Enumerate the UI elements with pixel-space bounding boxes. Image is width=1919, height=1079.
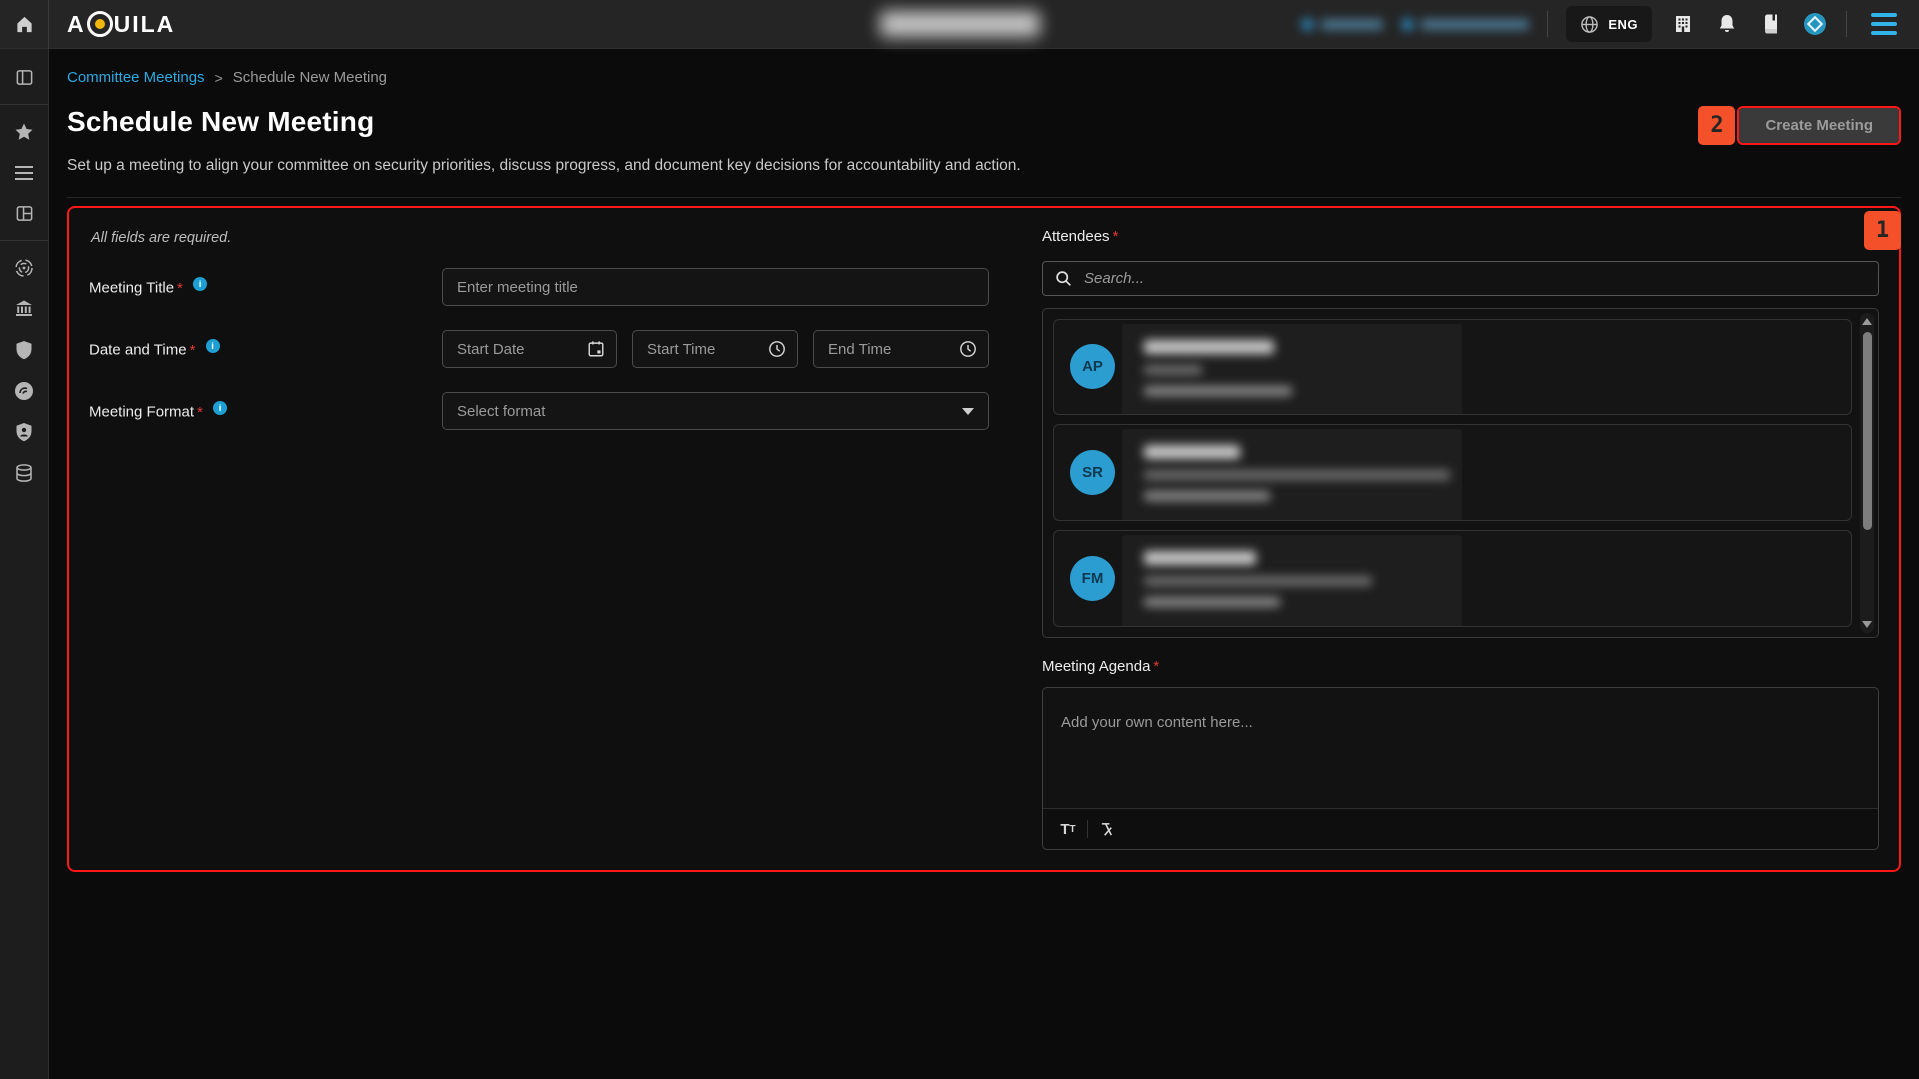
meeting-title-label: Meeting Title* i [89, 268, 442, 297]
avatar: FM [1070, 556, 1115, 601]
target-icon[interactable] [0, 247, 49, 288]
list-icon[interactable] [0, 152, 49, 193]
shield-icon[interactable] [0, 329, 49, 370]
scroll-down-icon[interactable] [1862, 621, 1872, 628]
logo-text-prefix: A [67, 11, 86, 38]
attendee-list: AP SR FM [1042, 308, 1879, 638]
home-button[interactable] [0, 0, 49, 49]
language-label: ENG [1608, 17, 1638, 32]
attendee-details-blurred [1122, 535, 1462, 627]
attendee-search [1042, 261, 1879, 296]
info-icon[interactable]: i [206, 339, 220, 353]
attendee-row[interactable]: FM [1053, 530, 1852, 627]
chevron-down-icon [962, 408, 974, 415]
meeting-format-value: Select format [457, 403, 545, 420]
avatar: AP [1070, 344, 1115, 389]
topbar-divider [1547, 11, 1548, 37]
shield-user-icon[interactable] [0, 411, 49, 452]
page-title: Schedule New Meeting [67, 106, 374, 138]
agenda-editor: Add your own content here... TT [1042, 687, 1879, 850]
menu-icon[interactable] [1871, 13, 1897, 35]
meeting-format-select[interactable]: Select format [442, 392, 989, 430]
date-time-label: Date and Time* i [89, 330, 442, 359]
logo-text-suffix: UILA [114, 11, 176, 38]
search-icon [1055, 270, 1072, 287]
required-asterisk: * [1113, 228, 1119, 245]
required-asterisk: * [190, 342, 196, 359]
header-divider [67, 197, 1901, 198]
start-date-input[interactable] [443, 341, 616, 358]
breadcrumb: Committee Meetings > Schedule New Meetin… [67, 69, 1901, 86]
required-asterisk: * [177, 280, 183, 297]
required-asterisk: * [197, 404, 203, 421]
attendee-row[interactable]: AP [1053, 319, 1852, 416]
attendee-row[interactable]: SR [1053, 424, 1852, 521]
toolbar-divider [1087, 820, 1088, 838]
attendee-details-blurred [1122, 324, 1462, 416]
required-asterisk: * [1153, 658, 1159, 675]
attendee-details-blurred [1122, 429, 1462, 521]
nav-item-blurred-1[interactable] [1301, 18, 1383, 31]
meeting-agenda-label: Meeting Agenda* [1042, 658, 1879, 675]
gauge-icon[interactable] [0, 370, 49, 411]
scrollbar-thumb[interactable] [1863, 332, 1872, 530]
home-icon [15, 15, 34, 34]
breadcrumb-current: Schedule New Meeting [233, 69, 387, 86]
clear-formatting-icon[interactable] [1092, 815, 1122, 843]
create-meeting-button[interactable]: Create Meeting [1739, 108, 1899, 143]
format-size-icon[interactable]: TT [1053, 815, 1083, 843]
bell-icon[interactable] [1714, 11, 1740, 37]
create-meeting-action: 2 Create Meeting [1698, 106, 1901, 145]
star-icon[interactable] [0, 111, 49, 152]
topbar: A UILA ENG [0, 0, 1919, 49]
attendee-search-input[interactable] [1084, 270, 1866, 287]
nav-item-blurred-2[interactable] [1401, 18, 1529, 31]
logo-q-mark [87, 11, 113, 37]
breadcrumb-separator: > [215, 70, 223, 86]
meeting-format-label: Meeting Format* i [89, 392, 442, 421]
page-subtitle: Set up a meeting to align your committee… [67, 157, 1901, 175]
sidebar-divider [0, 104, 49, 105]
layout-icon[interactable] [0, 193, 49, 234]
info-icon[interactable]: i [213, 401, 227, 415]
sidebar-divider [0, 240, 49, 241]
compass-icon[interactable] [1802, 11, 1828, 37]
book-icon[interactable] [1758, 11, 1784, 37]
globe-icon [1580, 15, 1599, 34]
agenda-editor-input[interactable]: Add your own content here... [1043, 688, 1878, 808]
meeting-title-input[interactable] [443, 279, 988, 296]
sidebar [0, 49, 49, 1079]
avatar: SR [1070, 450, 1115, 495]
required-note: All fields are required. [91, 230, 1009, 246]
breadcrumb-committee-meetings[interactable]: Committee Meetings [67, 69, 205, 86]
som-outline-create: Create Meeting [1737, 106, 1901, 145]
main-content: Committee Meetings > Schedule New Meetin… [49, 49, 1919, 1079]
start-time-input[interactable] [633, 341, 797, 358]
org-title-blurred [880, 11, 1040, 37]
building-icon[interactable] [1670, 11, 1696, 37]
info-icon[interactable]: i [193, 277, 207, 291]
database-icon[interactable] [0, 452, 49, 493]
attendee-scrollbar[interactable] [1860, 313, 1874, 633]
attendees-label: Attendees* [1042, 228, 1879, 245]
som-mark-1: 1 [1864, 211, 1901, 250]
scroll-up-icon[interactable] [1862, 318, 1872, 325]
agenda-toolbar: TT [1043, 808, 1878, 849]
topbar-divider [1846, 11, 1847, 37]
som-mark-2: 2 [1698, 106, 1735, 145]
app-logo[interactable]: A UILA [67, 11, 175, 38]
language-selector[interactable]: ENG [1566, 6, 1652, 42]
end-time-input[interactable] [814, 341, 988, 358]
schedule-meeting-form: 1 All fields are required. Meeting Title… [67, 206, 1901, 872]
bank-icon[interactable] [0, 288, 49, 329]
panel-icon[interactable] [0, 57, 49, 98]
